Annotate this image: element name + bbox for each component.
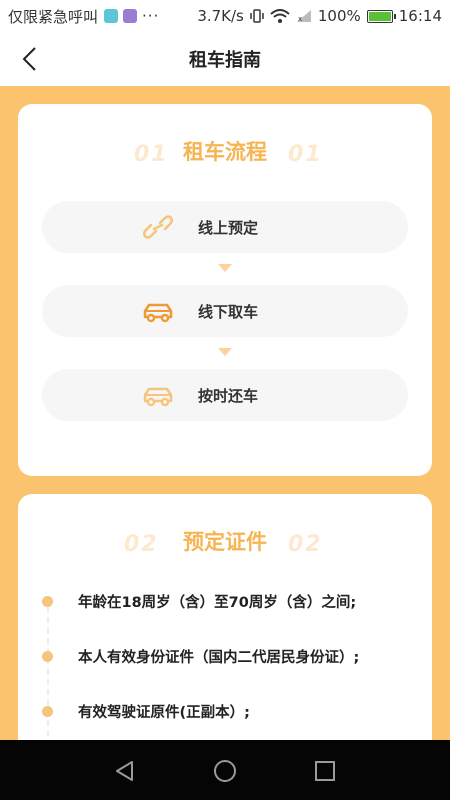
document-text: 本人有效身份证件（国内二代居民身份证）;: [78, 650, 360, 666]
vibrate-icon: [250, 9, 264, 23]
app-header: 租车指南: [0, 32, 450, 86]
step-label: 线上预定: [198, 218, 259, 237]
section-header: 01 租车流程 01: [18, 136, 432, 167]
document-item: 有效驾驶证原件(正副本）;: [42, 701, 422, 722]
section-number-left: 02: [124, 532, 159, 557]
more-notifications-icon: ···: [142, 7, 160, 25]
bullet-dot: [42, 596, 53, 607]
link-icon: [142, 215, 174, 239]
status-bar: 仅限紧急呼叫 ··· 3.7K/s x 100% 16:14: [0, 0, 450, 32]
section-header: 02 预定证件 02: [18, 526, 432, 557]
network-speed: 3.7K/s: [197, 7, 244, 25]
home-nav-icon[interactable]: [212, 758, 238, 784]
down-arrow-icon: [218, 264, 232, 272]
down-arrow-icon: [218, 348, 232, 356]
section-title: 租车流程: [183, 140, 267, 164]
carrier-text: 仅限紧急呼叫: [8, 7, 99, 26]
battery-icon: [366, 9, 396, 23]
document-text: 有效驾驶证原件(正副本）;: [78, 705, 250, 721]
svg-text:x: x: [298, 15, 302, 23]
step-return-on-time[interactable]: 按时还车: [42, 369, 408, 421]
car-icon: [143, 303, 173, 323]
step-offline-pickup[interactable]: 线下取车: [42, 285, 408, 337]
page-title: 租车指南: [189, 50, 261, 71]
document-item: 本人有效身份证件（国内二代居民身份证）;: [42, 646, 422, 667]
battery-percent: 100%: [317, 7, 361, 25]
document-text: 年龄在18周岁（含）至70周岁（含）之间;: [78, 595, 357, 611]
document-item: 年龄在18周岁（含）至70周岁（含）之间;: [42, 591, 422, 612]
gallery-icon: [123, 9, 138, 23]
timeline-line: [47, 607, 49, 757]
recents-nav-icon[interactable]: [312, 758, 338, 784]
wifi-icon: [270, 8, 290, 23]
bullet-dot: [42, 651, 53, 662]
step-label: 按时还车: [198, 386, 259, 405]
step-online-booking[interactable]: 线上预定: [42, 201, 408, 253]
section-number-left: 01: [134, 142, 169, 167]
android-app-icon: [104, 9, 119, 23]
section-number-right: 02: [288, 532, 323, 557]
bullet-dot: [42, 706, 53, 717]
section-title: 预定证件: [183, 530, 267, 554]
section-number-right: 01: [288, 142, 323, 167]
car-return-icon: [143, 387, 173, 407]
navigation-bar: [0, 740, 450, 800]
signal-icon: x: [296, 10, 311, 23]
back-arrow-icon[interactable]: [18, 46, 44, 72]
rental-process-card: 01 租车流程 01 线上预定 线下取车 按时还车: [18, 104, 432, 476]
clock: 16:14: [398, 7, 442, 25]
required-documents-card: 02 预定证件 02 年龄在18周岁（含）至70周岁（含）之间; 本人有效身份证…: [18, 494, 432, 774]
step-label: 线下取车: [198, 302, 259, 321]
back-nav-icon[interactable]: [112, 758, 138, 784]
